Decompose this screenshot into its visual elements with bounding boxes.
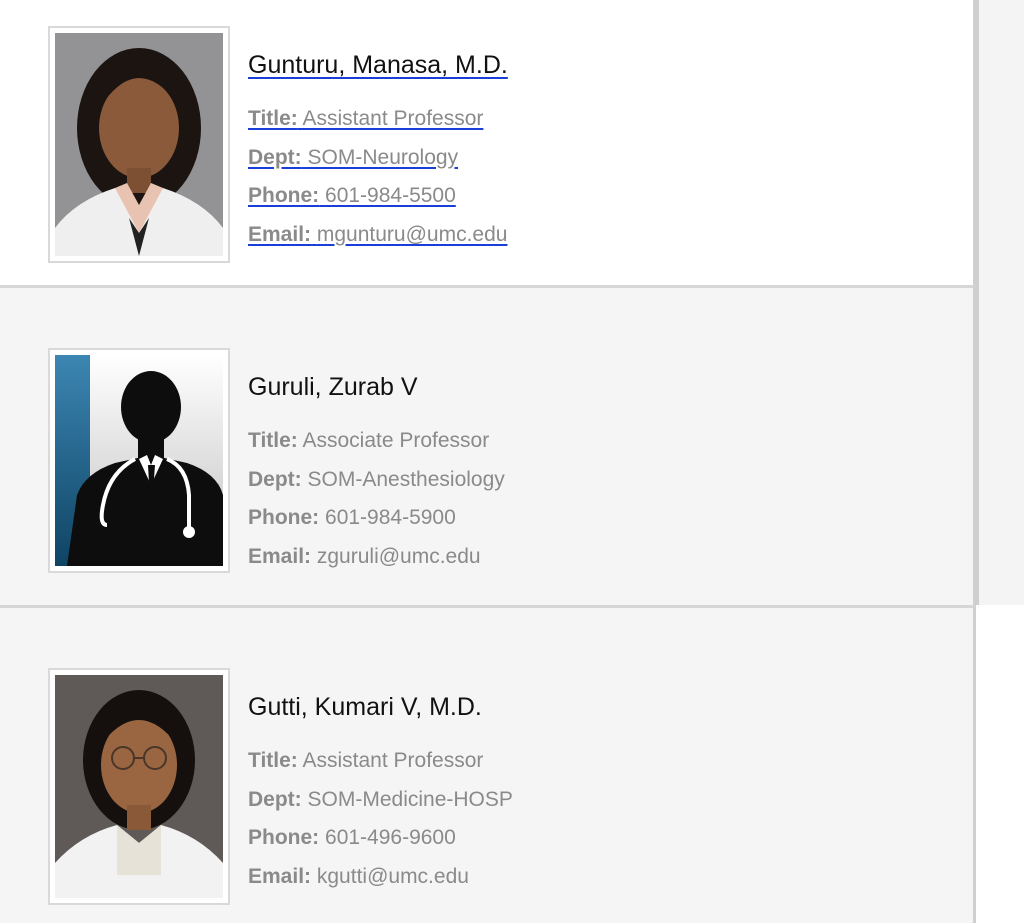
- person-info: Guruli, Zurab V Title: Associate Profess…: [248, 370, 505, 576]
- person-photo: [48, 348, 230, 573]
- phone-field: Phone: 601-984-5900: [248, 499, 505, 538]
- title-value: Assistant Professor: [302, 107, 484, 130]
- phone-label: Phone:: [248, 184, 320, 207]
- dept-field: Dept: SOM-Medicine-HOSP: [248, 781, 513, 820]
- email-value: mgunturu@umc.edu: [316, 222, 508, 246]
- phone-value: 601-496-9600: [325, 826, 456, 849]
- person-card: Gunturu, Manasa, M.D. Title: Assistant P…: [0, 0, 976, 285]
- title-field: Title: Assistant Professor: [248, 742, 513, 781]
- title-field: Title: Associate Professor: [248, 422, 505, 461]
- title-value: Assistant Professor: [302, 749, 484, 772]
- dept-value: SOM-Anesthesiology: [307, 467, 505, 491]
- title-field[interactable]: Title: Assistant Professor: [248, 100, 508, 139]
- person-photo[interactable]: [48, 26, 230, 263]
- title-label: Title:: [248, 107, 298, 130]
- staff-directory: Gunturu, Manasa, M.D. Title: Assistant P…: [0, 0, 1024, 923]
- email-label: Email:: [248, 864, 312, 888]
- dept-field: Dept: SOM-Anesthesiology: [248, 461, 505, 500]
- email-value: kgutti@umc.edu: [316, 864, 469, 888]
- photo-gutti: [55, 675, 223, 898]
- right-gutter: [976, 0, 1024, 605]
- email-label: Email:: [248, 222, 312, 246]
- person-name[interactable]: Gutti, Kumari V, M.D.: [248, 690, 513, 724]
- email-field: Email: zguruli@umc.edu: [248, 538, 505, 577]
- dept-label: Dept:: [248, 787, 302, 811]
- dept-value: SOM-Medicine-HOSP: [307, 787, 513, 811]
- doctor-silhouette-icon: [55, 355, 223, 566]
- phone-label: Phone:: [248, 506, 320, 529]
- photo-gunturu: [55, 33, 223, 256]
- title-label: Title:: [248, 429, 298, 452]
- title-label: Title:: [248, 749, 298, 772]
- dept-label: Dept:: [248, 467, 302, 491]
- phone-value: 601-984-5500: [325, 184, 456, 207]
- person-name[interactable]: Guruli, Zurab V: [248, 370, 505, 404]
- email-field[interactable]: Email: mgunturu@umc.edu: [248, 216, 508, 255]
- email-field: Email: kgutti@umc.edu: [248, 858, 513, 897]
- person-name-link[interactable]: Gunturu, Manasa, M.D.: [248, 48, 508, 82]
- person-photo: [48, 668, 230, 905]
- phone-value: 601-984-5900: [325, 506, 456, 529]
- dept-label: Dept:: [248, 145, 302, 169]
- person-card: Guruli, Zurab V Title: Associate Profess…: [0, 285, 976, 605]
- phone-label: Phone:: [248, 826, 320, 849]
- title-value: Associate Professor: [302, 429, 490, 452]
- person-info: Gunturu, Manasa, M.D. Title: Assistant P…: [248, 48, 508, 254]
- dept-field[interactable]: Dept: SOM-Neurology: [248, 139, 508, 178]
- person-card: Gutti, Kumari V, M.D. Title: Assistant P…: [0, 605, 976, 923]
- email-label: Email:: [248, 544, 312, 568]
- dept-value: SOM-Neurology: [307, 145, 459, 169]
- email-value: zguruli@umc.edu: [316, 544, 481, 568]
- phone-field[interactable]: Phone: 601-984-5500: [248, 177, 508, 216]
- person-info: Gutti, Kumari V, M.D. Title: Assistant P…: [248, 690, 513, 896]
- phone-field: Phone: 601-496-9600: [248, 819, 513, 858]
